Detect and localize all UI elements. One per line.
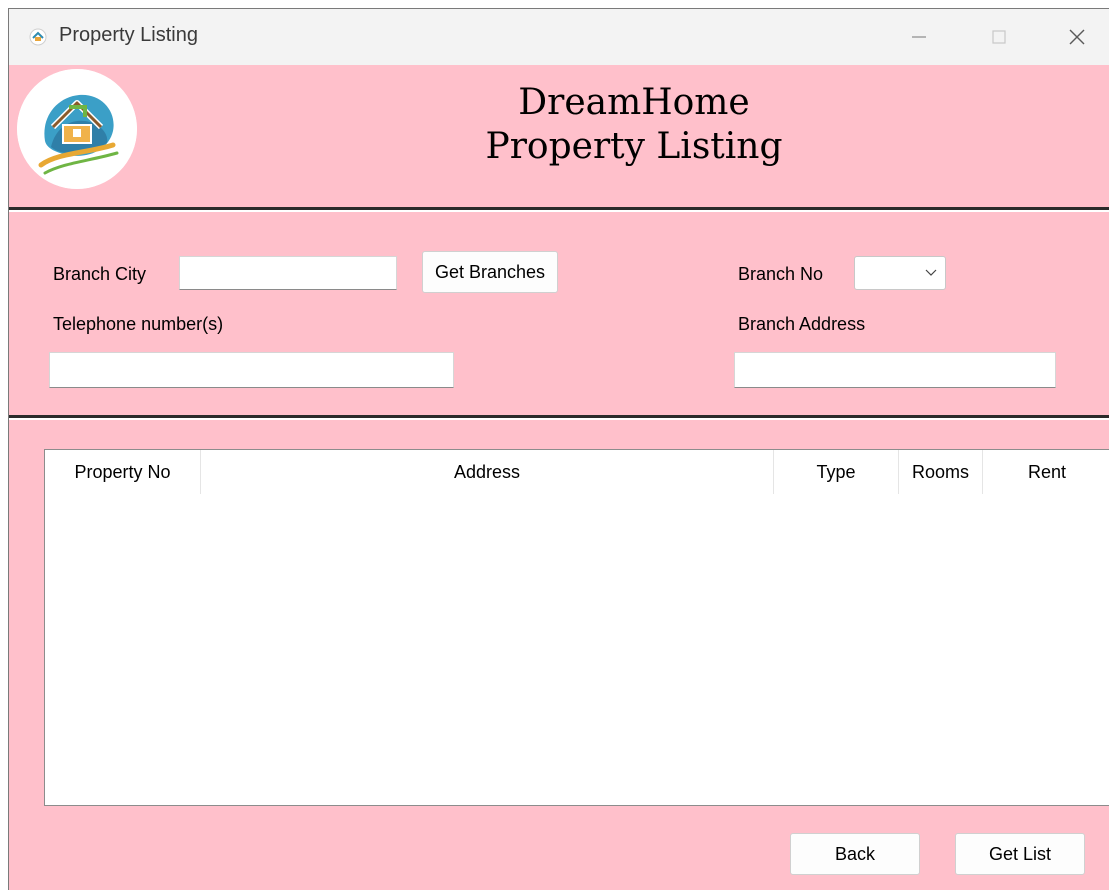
subtitle-title: Property Listing	[485, 126, 783, 167]
property-listing-window: Property Listing DreamHome Property List…	[8, 8, 1109, 890]
branch-city-input[interactable]	[179, 256, 397, 290]
separator-middle	[9, 415, 1109, 420]
table-header: Property No Address Type Rooms Rent	[45, 450, 1109, 494]
page-title: DreamHome Property Listing	[409, 81, 859, 169]
column-header-address[interactable]: Address	[201, 450, 774, 494]
telephone-input[interactable]	[49, 352, 454, 388]
property-table[interactable]: Property No Address Type Rooms Rent	[44, 449, 1109, 806]
column-header-property-no[interactable]: Property No	[45, 450, 201, 494]
column-header-rent[interactable]: Rent	[983, 450, 1109, 494]
house-logo-icon	[17, 69, 137, 189]
app-icon	[29, 28, 47, 46]
branch-no-select[interactable]	[854, 256, 946, 290]
get-branches-button[interactable]: Get Branches	[422, 251, 558, 293]
maximize-icon[interactable]	[979, 23, 1019, 51]
close-icon[interactable]	[1057, 23, 1097, 51]
separator-top	[9, 207, 1109, 212]
branch-address-label: Branch Address	[738, 314, 866, 334]
chevron-down-icon	[925, 269, 937, 276]
minimize-icon[interactable]	[899, 23, 939, 51]
telephone-label: Telephone number(s)	[53, 314, 224, 334]
title-bar: Property Listing	[9, 9, 1109, 65]
column-header-type[interactable]: Type	[774, 450, 899, 494]
window-title: Property Listing	[59, 24, 198, 46]
brand-title: DreamHome	[518, 82, 750, 123]
branch-no-label: Branch No	[738, 264, 824, 284]
back-button[interactable]: Back	[790, 833, 920, 875]
get-list-button[interactable]: Get List	[955, 833, 1085, 875]
branch-address-input[interactable]	[734, 352, 1056, 388]
column-header-rooms[interactable]: Rooms	[899, 450, 983, 494]
branch-city-label: Branch City	[53, 264, 147, 284]
